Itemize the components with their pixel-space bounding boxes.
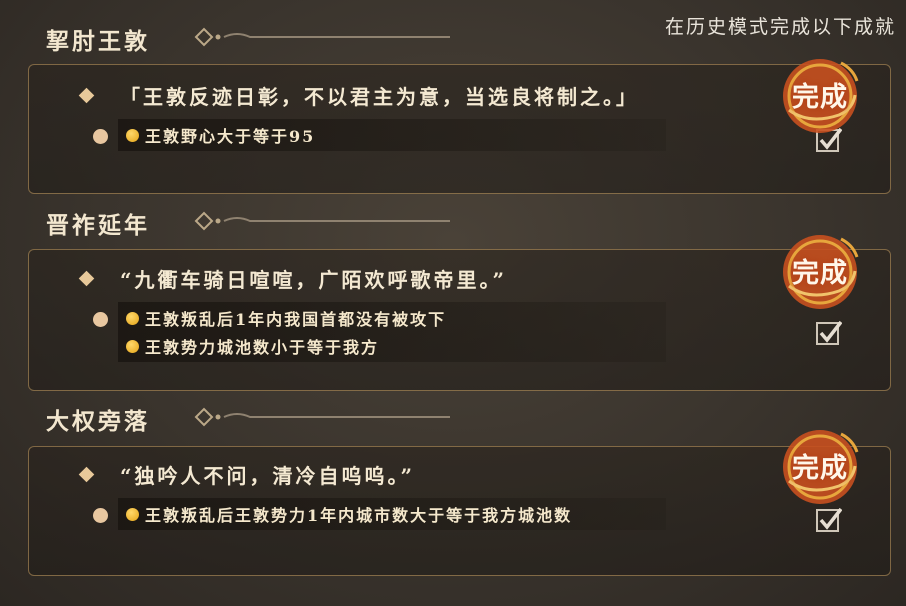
achievement-card-2: “九衢车骑日喧喧，广陌欢呼歌帝里。” 王敦叛乱后1年内我国首都没有被攻下 王敦势… bbox=[28, 249, 891, 391]
achievement-quote-3: “独吟人不问，清冷自呜呜。” bbox=[120, 463, 416, 488]
completed-seal-1: 完成 bbox=[779, 55, 861, 137]
diamond-icon bbox=[78, 87, 95, 103]
achievement-quote-2: “九衢车骑日喧喧，广陌欢呼歌帝里。” bbox=[120, 267, 508, 292]
condition-box-3: 王敦叛乱后王敦势力1年内城市数大于等于我方城池数 bbox=[118, 498, 666, 530]
condition-text: 王敦叛乱后1年内我国首都没有被攻下 bbox=[145, 310, 447, 329]
condition-text: 王敦势力城池数小于等于我方 bbox=[145, 338, 380, 357]
seal-label: 完成 bbox=[792, 453, 848, 484]
condition-text: 王敦野心大于等于95 bbox=[145, 127, 316, 146]
completed-seal-3: 完成 bbox=[779, 426, 861, 508]
achievement-card-3: “独吟人不问，清冷自呜呜。” 王敦叛乱后王敦势力1年内城市数大于等于我方城池数 bbox=[28, 446, 891, 576]
quote-row: “九衢车骑日喧喧，广陌欢呼歌帝里。” bbox=[78, 264, 508, 292]
header-hint: 在历史模式完成以下成就 bbox=[664, 16, 896, 38]
seal-label: 完成 bbox=[792, 82, 848, 113]
condition-text: 王敦叛乱后王敦势力1年内城市数大于等于我方城池数 bbox=[145, 506, 573, 525]
condition-box-2: 王敦叛乱后1年内我国首都没有被攻下 王敦势力城池数小于等于我方 bbox=[118, 302, 666, 362]
achievement-quote-1: 「王敦反迹日彰，不以君主为意，当选良将制之。」 bbox=[120, 84, 639, 109]
achievement-title-3: 大权旁落 bbox=[46, 408, 150, 435]
gold-coin-icon bbox=[126, 311, 139, 325]
completed-seal-2: 完成 bbox=[779, 231, 861, 313]
quote-row: “独吟人不问，清冷自呜呜。” bbox=[78, 460, 416, 488]
condition-line: 王敦叛乱后1年内我国首都没有被攻下 bbox=[126, 304, 658, 332]
checkbox-checked-icon bbox=[816, 320, 842, 345]
condition-dot-icon bbox=[93, 312, 108, 327]
condition-box-1: 王敦野心大于等于95 bbox=[118, 119, 666, 151]
title-ornament-icon bbox=[194, 407, 450, 427]
condition-dot-icon bbox=[93, 129, 108, 144]
gold-coin-icon bbox=[126, 339, 139, 353]
condition-line: 王敦叛乱后王敦势力1年内城市数大于等于我方城池数 bbox=[126, 500, 658, 528]
title-ornament-icon bbox=[194, 27, 450, 47]
achievement-card-1: 「王敦反迹日彰，不以君主为意，当选良将制之。」 王敦野心大于等于95 bbox=[28, 64, 891, 194]
seal-label: 完成 bbox=[792, 258, 848, 289]
gold-coin-icon bbox=[126, 507, 139, 521]
checkbox-checked-icon bbox=[816, 507, 842, 532]
diamond-icon bbox=[78, 466, 95, 482]
achievement-title-1: 挈肘王敦 bbox=[46, 28, 150, 55]
condition-dot-icon bbox=[93, 508, 108, 523]
achievement-title-2: 晋祚延年 bbox=[46, 212, 150, 239]
condition-line: 王敦势力城池数小于等于我方 bbox=[126, 332, 658, 360]
quote-row: 「王敦反迹日彰，不以君主为意，当选良将制之。」 bbox=[78, 81, 639, 109]
title-ornament-icon bbox=[194, 211, 450, 231]
gold-coin-icon bbox=[126, 128, 139, 142]
condition-line: 王敦野心大于等于95 bbox=[126, 121, 658, 149]
diamond-icon bbox=[78, 270, 95, 286]
